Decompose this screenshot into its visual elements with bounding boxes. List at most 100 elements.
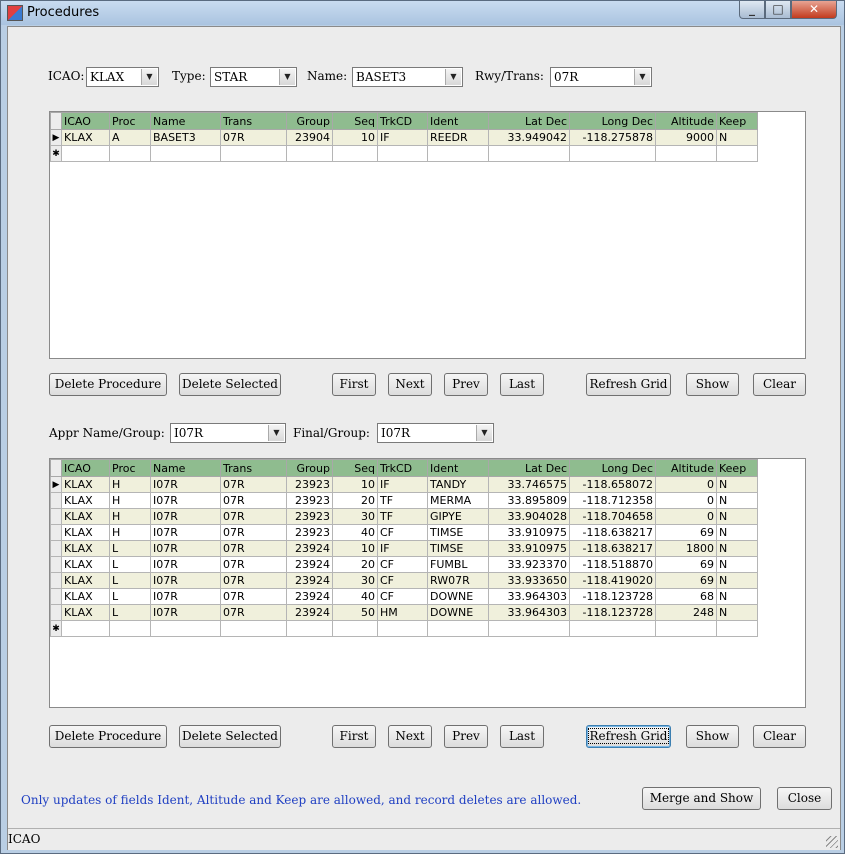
chevron-down-icon[interactable]: ▼ — [279, 69, 295, 85]
table-cell[interactable] — [150, 620, 221, 637]
new-record-row[interactable]: ✱ — [50, 145, 758, 162]
delete-selected-button[interactable]: Delete Selected — [179, 373, 281, 396]
table-cell[interactable]: 23923 — [286, 508, 333, 525]
column-header[interactable]: Altitude — [655, 459, 717, 477]
table-cell[interactable]: 23924 — [286, 572, 333, 589]
column-header[interactable]: Ident — [427, 112, 489, 130]
table-cell[interactable] — [109, 145, 151, 162]
column-header[interactable]: Group — [286, 459, 333, 477]
table-cell[interactable]: 07R — [220, 556, 287, 573]
table-cell[interactable]: H — [109, 476, 151, 493]
table-cell[interactable]: 33.933650 — [488, 572, 570, 589]
appr-name-combo[interactable]: I07R ▼ — [170, 423, 286, 443]
table-cell[interactable]: RW07R — [427, 572, 489, 589]
column-header[interactable]: TrkCD — [377, 112, 428, 130]
table-cell[interactable]: CF — [377, 572, 428, 589]
row-header[interactable] — [50, 540, 62, 557]
table-cell[interactable] — [655, 145, 717, 162]
table-cell[interactable]: 50 — [332, 604, 378, 621]
table-cell[interactable]: 23923 — [286, 524, 333, 541]
prev-button[interactable]: Prev — [444, 373, 488, 396]
name-combo[interactable]: BASET3 ▼ — [352, 67, 463, 87]
table-cell[interactable]: N — [716, 524, 758, 541]
chevron-down-icon[interactable]: ▼ — [141, 69, 157, 85]
current-row-icon[interactable]: ▶ — [50, 129, 62, 146]
icao-combo[interactable]: KLAX ▼ — [86, 67, 159, 87]
procedure-table[interactable]: ICAO Proc Name Trans Group Seq TrkCD Ident Lat D… — [50, 112, 758, 162]
table-cell[interactable]: 20 — [332, 556, 378, 573]
table-cell[interactable]: IF — [377, 129, 428, 146]
table-cell[interactable]: KLAX — [61, 604, 110, 621]
table-cell[interactable]: BASET3 — [150, 129, 221, 146]
table-cell[interactable]: 30 — [332, 508, 378, 525]
table-cell[interactable]: 33.904028 — [488, 508, 570, 525]
table-cell[interactable]: 30 — [332, 572, 378, 589]
table-cell[interactable]: -118.638217 — [569, 540, 656, 557]
table-row[interactable]: KLAX L I07R 07R 23924 40 CF DOWNE 33.964303 -118.… — [50, 588, 758, 605]
table-cell[interactable]: 248 — [655, 604, 717, 621]
show-button-2[interactable]: Show — [686, 725, 739, 748]
table-cell[interactable]: -118.275878 — [569, 129, 656, 146]
minimize-button[interactable]: _ — [739, 1, 765, 19]
table-cell[interactable]: CF — [377, 524, 428, 541]
table-cell[interactable]: N — [716, 540, 758, 557]
chevron-down-icon[interactable]: ▼ — [476, 425, 492, 441]
table-cell[interactable]: N — [716, 476, 758, 493]
table-cell[interactable] — [150, 145, 221, 162]
table-row[interactable]: ▶ KLAX H I07R 07R 23923 10 IF TANDY 33.746575 -118… — [50, 476, 758, 493]
table-cell[interactable]: 33.910975 — [488, 524, 570, 541]
table-cell[interactable]: L — [109, 572, 151, 589]
table-row[interactable]: KLAX L I07R 07R 23924 50 HM DOWNE 33.964303 -118.… — [50, 604, 758, 621]
table-cell[interactable]: 07R — [220, 540, 287, 557]
table-cell[interactable]: KLAX — [61, 588, 110, 605]
table-cell[interactable]: L — [109, 540, 151, 557]
table-cell[interactable]: 07R — [220, 476, 287, 493]
table-row[interactable]: ▶ KLAX A BASET3 07R 23904 10 IF REEDR 33.949042 -1… — [50, 129, 758, 146]
table-cell[interactable]: IF — [377, 476, 428, 493]
table-cell[interactable]: -118.638217 — [569, 524, 656, 541]
table-cell[interactable]: 23904 — [286, 129, 333, 146]
table-cell[interactable] — [427, 620, 489, 637]
table-cell[interactable]: TANDY — [427, 476, 489, 493]
table-cell[interactable]: HM — [377, 604, 428, 621]
table-cell[interactable]: 23924 — [286, 540, 333, 557]
title-bar[interactable]: Procedures _ □ ✕ — [1, 1, 844, 25]
table-row[interactable]: KLAX H I07R 07R 23923 40 CF TIMSE 33.910975 -118.… — [50, 524, 758, 541]
maximize-button[interactable]: □ — [765, 1, 791, 19]
delete-selected-button-2[interactable]: Delete Selected — [179, 725, 281, 748]
row-header-corner[interactable] — [50, 112, 62, 130]
table-cell[interactable]: REEDR — [427, 129, 489, 146]
table-cell[interactable]: -118.712358 — [569, 492, 656, 509]
table-cell[interactable]: H — [109, 492, 151, 509]
table-row[interactable]: KLAX H I07R 07R 23923 20 TF MERMA 33.895809 -118.… — [50, 492, 758, 509]
table-cell[interactable]: KLAX — [61, 476, 110, 493]
table-cell[interactable]: 10 — [332, 129, 378, 146]
final-group-combo[interactable]: I07R ▼ — [377, 423, 494, 443]
table-cell[interactable]: KLAX — [61, 129, 110, 146]
table-cell[interactable]: KLAX — [61, 556, 110, 573]
table-cell[interactable]: 23924 — [286, 556, 333, 573]
table-cell[interactable]: 40 — [332, 588, 378, 605]
table-cell[interactable]: DOWNE — [427, 588, 489, 605]
table-cell[interactable] — [427, 145, 489, 162]
delete-procedure-button[interactable]: Delete Procedure — [49, 373, 167, 396]
current-row-icon[interactable]: ▶ — [50, 476, 62, 493]
table-cell[interactable]: I07R — [150, 476, 221, 493]
table-cell[interactable]: L — [109, 556, 151, 573]
table-cell[interactable]: 33.910975 — [488, 540, 570, 557]
table-cell[interactable] — [220, 145, 287, 162]
table-cell[interactable]: 23924 — [286, 588, 333, 605]
table-cell[interactable]: 23923 — [286, 492, 333, 509]
table-cell[interactable]: -118.658072 — [569, 476, 656, 493]
table-cell[interactable]: N — [716, 572, 758, 589]
procedure-grid[interactable]: ICAO Proc Name Trans Group Seq TrkCD Ident Lat D… — [49, 111, 806, 359]
table-cell[interactable]: 33.923370 — [488, 556, 570, 573]
table-cell[interactable]: I07R — [150, 540, 221, 557]
table-cell[interactable]: 69 — [655, 524, 717, 541]
table-cell[interactable] — [332, 145, 378, 162]
table-cell[interactable]: -118.518870 — [569, 556, 656, 573]
table-cell[interactable]: I07R — [150, 588, 221, 605]
table-cell[interactable] — [569, 620, 656, 637]
table-cell[interactable] — [61, 145, 110, 162]
refresh-grid-button-2[interactable]: Refresh Grid — [586, 725, 671, 748]
